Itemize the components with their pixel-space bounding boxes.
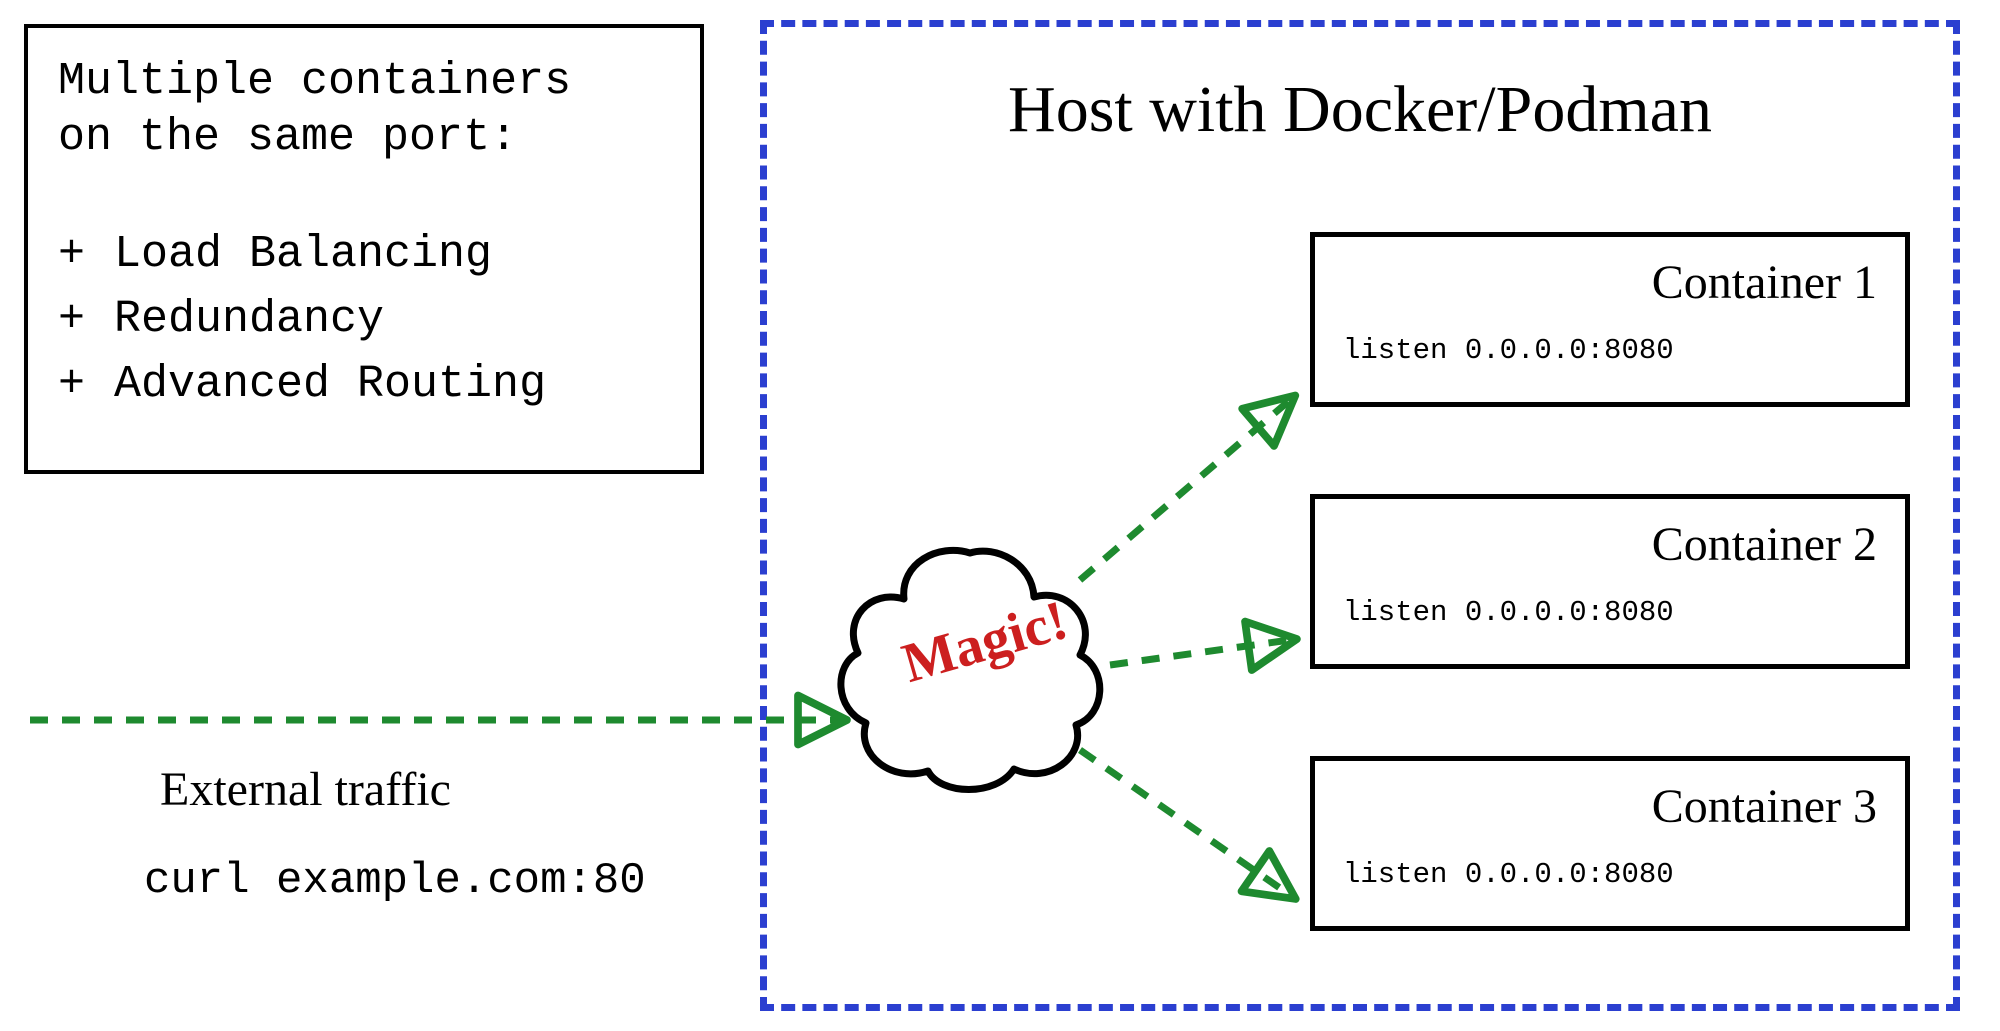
container-box-3: Container 3 listen 0.0.0.0:8080 bbox=[1310, 756, 1910, 931]
container-listen: listen 0.0.0.0:8080 bbox=[1343, 596, 1877, 629]
bullet-text: Load Balancing bbox=[114, 222, 492, 287]
bullet-text: Advanced Routing bbox=[114, 352, 546, 417]
container-title: Container 1 bbox=[1343, 255, 1877, 310]
container-title: Container 2 bbox=[1343, 517, 1877, 572]
info-title: Multiple containers on the same port: bbox=[58, 54, 670, 167]
info-bullet: + Advanced Routing bbox=[58, 352, 670, 417]
container-title: Container 3 bbox=[1343, 779, 1877, 834]
bullet-text: Redundancy bbox=[114, 287, 384, 352]
external-traffic-command: curl example.com:80 bbox=[144, 856, 646, 906]
container-box-2: Container 2 listen 0.0.0.0:8080 bbox=[1310, 494, 1910, 669]
container-listen: listen 0.0.0.0:8080 bbox=[1343, 858, 1877, 891]
bullet-prefix: + bbox=[58, 287, 114, 352]
external-traffic-label: External traffic bbox=[160, 762, 451, 817]
diagram-root: Multiple containers on the same port: + … bbox=[0, 0, 2000, 1031]
info-bullet: + Redundancy bbox=[58, 287, 670, 352]
container-listen: listen 0.0.0.0:8080 bbox=[1343, 334, 1877, 367]
bullet-prefix: + bbox=[58, 352, 114, 417]
info-box: Multiple containers on the same port: + … bbox=[24, 24, 704, 474]
info-bullets: + Load Balancing + Redundancy + Advanced… bbox=[58, 222, 670, 418]
bullet-prefix: + bbox=[58, 222, 114, 287]
info-bullet: + Load Balancing bbox=[58, 222, 670, 287]
host-title: Host with Docker/Podman bbox=[767, 72, 1953, 148]
container-box-1: Container 1 listen 0.0.0.0:8080 bbox=[1310, 232, 1910, 407]
